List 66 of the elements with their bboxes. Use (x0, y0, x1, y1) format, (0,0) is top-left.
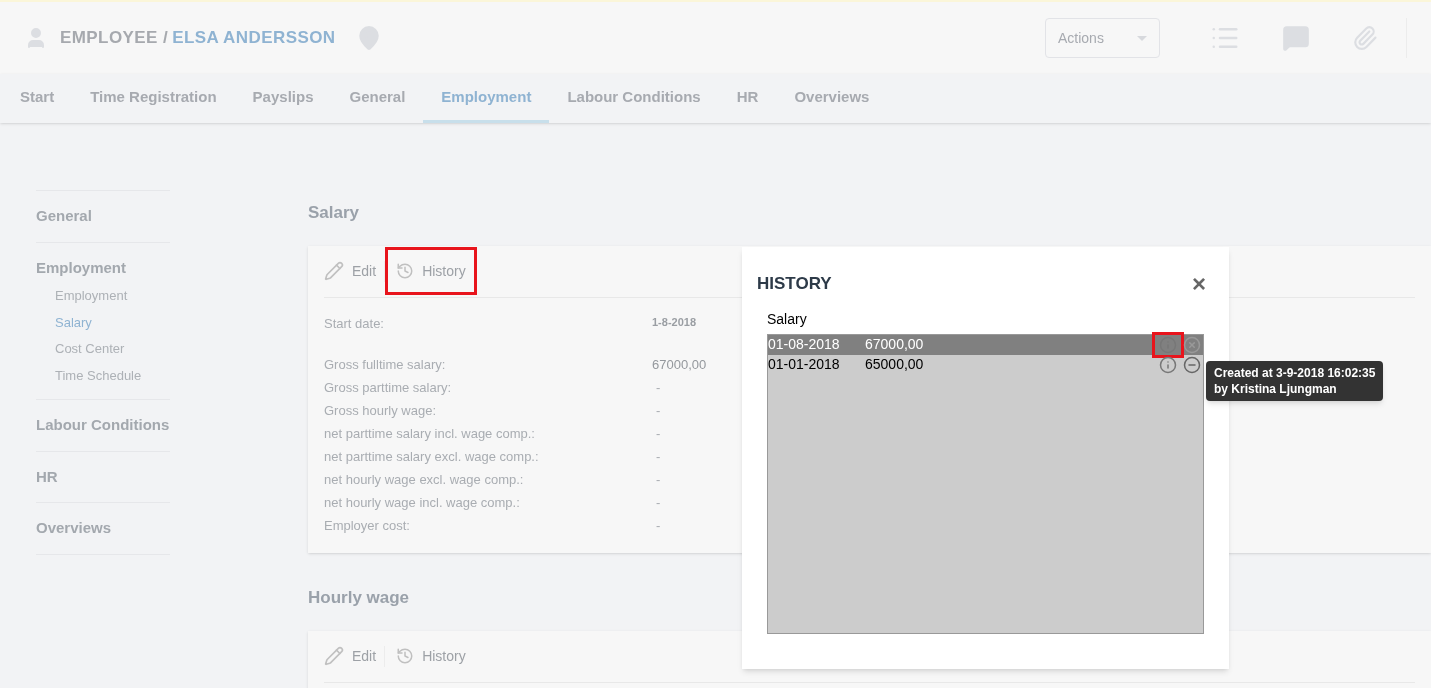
caret-icon (1137, 35, 1147, 41)
sidebar-subitem[interactable]: Time Schedule (55, 365, 170, 385)
section-title: Hourly wage (308, 587, 411, 609)
row-amount: 65000,00 (865, 355, 924, 374)
field-value: - (655, 471, 662, 489)
nav-tab[interactable]: Payslips (234, 74, 332, 123)
employee-link[interactable]: ELSA ANDERSSON (172, 25, 336, 51)
field-value: - (655, 402, 662, 420)
nav-tab[interactable]: General (331, 74, 424, 123)
nav-tab[interactable]: HR (718, 74, 777, 123)
history-row[interactable]: 01-01-2018 65000,00 (768, 354, 1203, 375)
field-label: net hourly wage excl. wage comp.: (324, 471, 525, 489)
history-button[interactable]: History (385, 247, 477, 295)
field-value: 1-8-2018 (652, 314, 697, 330)
field-label: Gross hourly wage: (324, 402, 437, 420)
tooltip-text: Created at 3-9-2018 16:02:35 (1214, 365, 1376, 381)
sidebar-item[interactable]: Labour Conditions (36, 414, 170, 437)
close-button[interactable]: × (1192, 271, 1206, 296)
sidebar-item[interactable]: HR (36, 465, 170, 488)
sidebar-subitem[interactable]: Cost Center (55, 339, 170, 359)
nav-tab[interactable]: Start (2, 74, 73, 123)
sidebar-item[interactable]: General (36, 205, 170, 228)
field-label: Employer cost: (324, 517, 411, 535)
history-row[interactable]: 01-08-2018 67000,00 (768, 334, 1203, 355)
pencil-icon (324, 261, 344, 281)
field-label: net parttime salary excl. wage comp.: (324, 448, 540, 466)
edit-button[interactable]: Edit (324, 645, 386, 667)
field-label: Gross parttime salary: (324, 379, 453, 397)
row-date: 01-08-2018 (768, 335, 841, 354)
edit-button[interactable]: Edit (324, 260, 386, 282)
row-date: 01-01-2018 (768, 355, 841, 374)
nav-tab[interactable]: Employment (423, 74, 550, 123)
history-icon (396, 262, 415, 280)
nav-tab[interactable]: Time Registration (72, 74, 235, 123)
field-label: net parttime salary incl. wage comp.: (324, 425, 536, 443)
sidebar-item[interactable]: Overviews (36, 517, 170, 540)
tooltip-text: by Kristina Ljungman (1214, 381, 1338, 397)
breadcrumb-label: EMPLOYEE / (60, 27, 169, 50)
field-value: - (655, 494, 662, 512)
field-value: - (655, 379, 662, 397)
sidebar-subitem[interactable]: Employment (55, 286, 170, 306)
list-title: Salary (767, 309, 808, 329)
info-icon (1159, 335, 1177, 354)
history-button[interactable]: History (385, 632, 477, 680)
field-label: Gross fulltime salary: (324, 356, 447, 374)
field-value: - (655, 448, 662, 466)
pencil-icon (324, 646, 344, 666)
field-value: 67000,00 (652, 356, 707, 374)
field-label: net hourly wage incl. wage comp.: (324, 494, 521, 512)
sidebar-item[interactable]: Employment (36, 256, 170, 279)
nav-tab[interactable]: Overviews (776, 74, 888, 123)
dialog-title: HISTORY (757, 273, 832, 295)
comment-icon[interactable] (1282, 24, 1310, 52)
field-value: - (655, 425, 662, 443)
field-value: - (655, 517, 662, 535)
paperclip-icon[interactable] (1352, 25, 1378, 51)
actions-dropdown[interactable]: Actions (1045, 18, 1160, 58)
row-amount: 67000,00 (865, 335, 924, 354)
remove-icon[interactable] (1183, 355, 1201, 374)
section-title: Salary (308, 202, 361, 224)
remove-icon[interactable] (1183, 335, 1201, 354)
nav-tab[interactable]: Labour Conditions (549, 74, 719, 123)
history-icon (396, 647, 415, 665)
field-label: Start date: (324, 314, 385, 333)
sidebar-subitem[interactable]: Salary (55, 312, 170, 332)
info-icon (1159, 355, 1177, 374)
